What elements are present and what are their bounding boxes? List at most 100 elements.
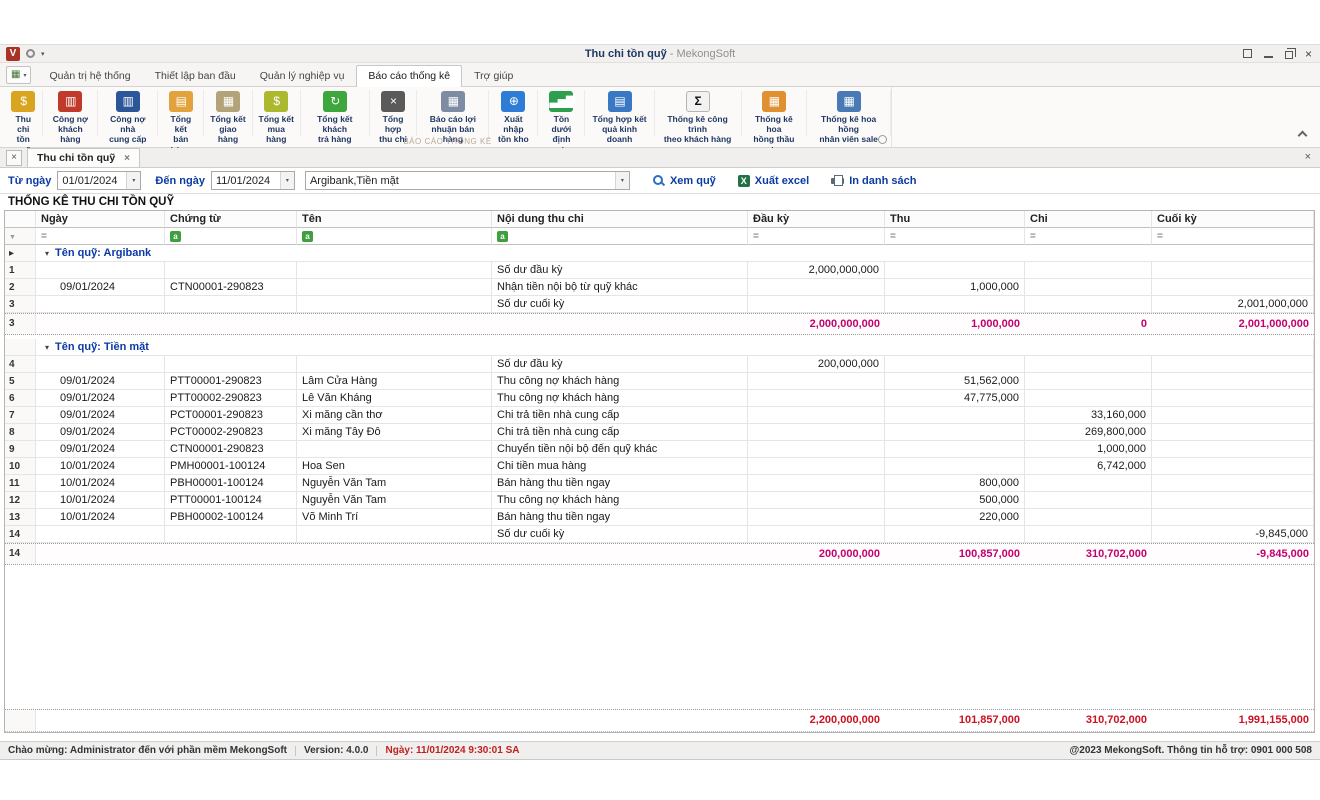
fund-filter-dropdown-icon[interactable]: ▾ (615, 172, 629, 189)
ribbon-item-thu-chi-ton-quy[interactable]: $Thu chi tồn quỹ (4, 90, 43, 136)
to-date-input[interactable]: 11/01/2024 ▾ (211, 171, 295, 190)
cell-ten: Hoa Sen (297, 458, 492, 475)
table-row[interactable]: 1010/01/2024PMH00001-100124Hoa SenChi ti… (5, 458, 1314, 475)
column-header-thu[interactable]: Thu (885, 211, 1025, 228)
ribbon-item-cong-no-nha-cung-cap[interactable]: ▥Công nợ nhà cung cấp (98, 90, 158, 136)
table-row[interactable]: 209/01/2024CTN00001-290823Nhận tiền nội … (5, 279, 1314, 296)
cell-dauky (748, 296, 885, 313)
table-row[interactable]: 509/01/2024PTT00001-290823Lâm Cửa HàngTh… (5, 373, 1314, 390)
summary-ngay (36, 314, 165, 334)
ribbon-collapse-chevron-icon[interactable] (1298, 131, 1308, 141)
ribbon-item-tong-hop-ket-qua-kinh-doanh[interactable]: ▤Tổng hợp kết quả kinh doanh (585, 90, 654, 136)
column-header-chungtu[interactable]: Chứng từ (165, 211, 297, 228)
quick-access-dropdown-icon[interactable]: ▾ (41, 50, 45, 58)
collapse-triangle-icon[interactable]: ▾ (45, 249, 49, 258)
column-header-dauky[interactable]: Đầu kỳ (748, 211, 885, 228)
ribbon-item-bao-cao-loi-nhuan-ban-hang[interactable]: ▦Báo cáo lợi nhuận bán hàng (417, 90, 489, 136)
ribbon-app-menu-button[interactable]: ▦ ▾ (6, 66, 31, 84)
column-header-ten[interactable]: Tên (297, 211, 492, 228)
filter-cell-chi[interactable]: = (1025, 228, 1152, 245)
table-row[interactable]: 1310/01/2024PBH00002-100124Võ Minh TríBá… (5, 509, 1314, 526)
filter-cell-ten[interactable]: a (297, 228, 492, 245)
ribbon-item-thong-ke-hoa-hong-thau-phu[interactable]: ▦Thống kê hoa hồng thầu phụ (742, 90, 808, 136)
close-window-button[interactable]: × (1305, 47, 1312, 61)
printer-icon (831, 175, 844, 186)
quick-access-circle-icon[interactable] (26, 49, 35, 58)
minimize-button[interactable] (1264, 47, 1273, 61)
cell-dauky (748, 509, 885, 526)
table-row[interactable]: 1110/01/2024PBH00001-100124Nguyễn Văn Ta… (5, 475, 1314, 492)
filter-cell-thu[interactable]: = (885, 228, 1025, 245)
ribbon-tab-thiet-lap-ban-dau[interactable]: Thiết lập ban đầu (143, 65, 248, 86)
print-list-label: In danh sách (849, 175, 916, 187)
cell-thu: 51,562,000 (885, 373, 1025, 390)
export-excel-button[interactable]: Xuất excel (738, 175, 809, 187)
collapse-triangle-icon[interactable]: ▾ (45, 343, 49, 352)
table-row[interactable]: 809/01/2024PCT00002-290823Xi măng Tây Đô… (5, 424, 1314, 441)
cell-dauky (748, 475, 885, 492)
cell-thu (885, 424, 1025, 441)
equals-filter-icon: = (753, 231, 759, 242)
ribbon-item-ton-duoi-dinh-muc[interactable]: ▃▅▇Tồn dưới định mức (538, 90, 585, 136)
group-summary-row: 32,000,000,0001,000,00002,001,000,000 (5, 313, 1314, 335)
cell-chungtu: PCT00001-290823 (165, 407, 297, 424)
ribbon-item-thong-ke-hoa-hong-nhan-vien-sale[interactable]: ▦Thống kê hoa hồng nhân viên sale (807, 90, 891, 136)
table-row[interactable]: 709/01/2024PCT00001-290823Xi măng cần th… (5, 407, 1314, 424)
table-row[interactable]: 4Số dư đầu kỳ200,000,000 (5, 356, 1314, 373)
cell-ten (297, 441, 492, 458)
group-row[interactable]: ▸▾Tên quỹ: Argibank (5, 245, 1314, 262)
ribbon-item-tong-ket-khach-tra-hang[interactable]: ↻Tổng kết khách trả hàng (301, 90, 370, 136)
tab-close-icon[interactable]: × (124, 153, 130, 164)
table-row[interactable]: 1210/01/2024PTT00001-100124Nguyễn Văn Ta… (5, 492, 1314, 509)
filter-cell-noidung[interactable]: a (492, 228, 748, 245)
column-header-ngay[interactable]: Ngày (36, 211, 165, 228)
to-date-dropdown-icon[interactable]: ▾ (280, 172, 294, 189)
column-header-chi[interactable]: Chi (1025, 211, 1152, 228)
grid-body: ▸▾Tên quỹ: Argibank1Số dư đầu kỳ2,000,00… (5, 245, 1314, 569)
ribbon-item-tong-ket-mua-hang[interactable]: $Tổng kết mua hàng (253, 90, 301, 136)
fund-filter-combo[interactable]: Argibank,Tiền mặt ▾ (305, 171, 630, 190)
filter-cell-chungtu[interactable]: a (165, 228, 297, 245)
summary-noidung (492, 544, 748, 564)
filter-cell-dauky[interactable]: = (748, 228, 885, 245)
ribbon-tab-tro-giup[interactable]: Trợ giúp (462, 65, 525, 86)
ribbon-item-thong-ke-cong-trinh-theo-khach-hang[interactable]: ΣThống kê công trình theo khách hàng (655, 90, 742, 136)
row-indicator: 3 (5, 314, 36, 334)
tabbar-close-all-button[interactable]: × (6, 150, 22, 166)
cell-dauky (748, 279, 885, 296)
filter-cell-cuoiky[interactable]: = (1152, 228, 1314, 245)
group-row[interactable]: ▾Tên quỹ: Tiền mặt (5, 339, 1314, 356)
table-row[interactable]: 609/01/2024PTT00002-290823Lê Văn KhángTh… (5, 390, 1314, 407)
cell-cuoiky (1152, 390, 1314, 407)
cell-chi (1025, 296, 1152, 313)
ribbon-item-tong-ket-giao-hang[interactable]: ▦Tổng kết giao hàng (204, 90, 252, 136)
from-date-input[interactable]: 01/01/2024 ▾ (57, 171, 141, 190)
table-row[interactable]: 1Số dư đầu kỳ2,000,000,000 (5, 262, 1314, 279)
ribbon-item-tong-ket-ban-hang[interactable]: ▤Tổng kết bán hàng (158, 90, 204, 136)
tabbar-right-close-button[interactable]: × (1305, 151, 1311, 163)
filter-cell-ngay[interactable]: = (36, 228, 165, 245)
sales-summary-icon: ▤ (169, 91, 193, 112)
ribbon-item-cong-no-khach-hang[interactable]: ▥Công nợ khách hàng (43, 90, 98, 136)
grid-filter-row: ▼=aaa==== (5, 228, 1314, 245)
ribbon-item-tong-hop-thu-chi[interactable]: ×Tổng hợp thu chi (370, 90, 418, 136)
cell-chi: 33,160,000 (1025, 407, 1152, 424)
group-dialog-launcher-icon[interactable] (878, 135, 887, 144)
column-header-noidung[interactable]: Nội dung thu chi (492, 211, 748, 228)
column-header-cuoiky[interactable]: Cuối kỳ (1152, 211, 1314, 228)
table-row[interactable]: 909/01/2024CTN00001-290823Chuyển tiền nộ… (5, 441, 1314, 458)
table-row[interactable]: 3Số dư cuối kỳ2,001,000,000 (5, 296, 1314, 313)
fullscreen-button[interactable] (1243, 47, 1252, 61)
cell-ten (297, 279, 492, 296)
table-row[interactable]: 14Số dư cuối kỳ-9,845,000 (5, 526, 1314, 543)
print-list-button[interactable]: In danh sách (831, 175, 916, 187)
restore-button[interactable] (1285, 47, 1293, 61)
ribbon-tab-quan-ly-nghiep-vu[interactable]: Quản lý nghiệp vụ (248, 65, 357, 86)
ribbon-item-xuat-nhap-ton-kho[interactable]: ⊕Xuất nhập tồn kho (489, 90, 538, 136)
from-date-dropdown-icon[interactable]: ▾ (126, 172, 140, 189)
ribbon-tab-quan-tri-he-thong[interactable]: Quản trị hệ thống (37, 65, 142, 86)
view-fund-button[interactable]: Xem quỹ (652, 174, 716, 187)
summary-ten (297, 314, 492, 334)
ribbon-tab-bao-cao-thong-ke[interactable]: Báo cáo thống kê (356, 65, 462, 87)
tab-thu-chi-ton-quy[interactable]: Thu chi tồn quỹ × (27, 148, 140, 167)
